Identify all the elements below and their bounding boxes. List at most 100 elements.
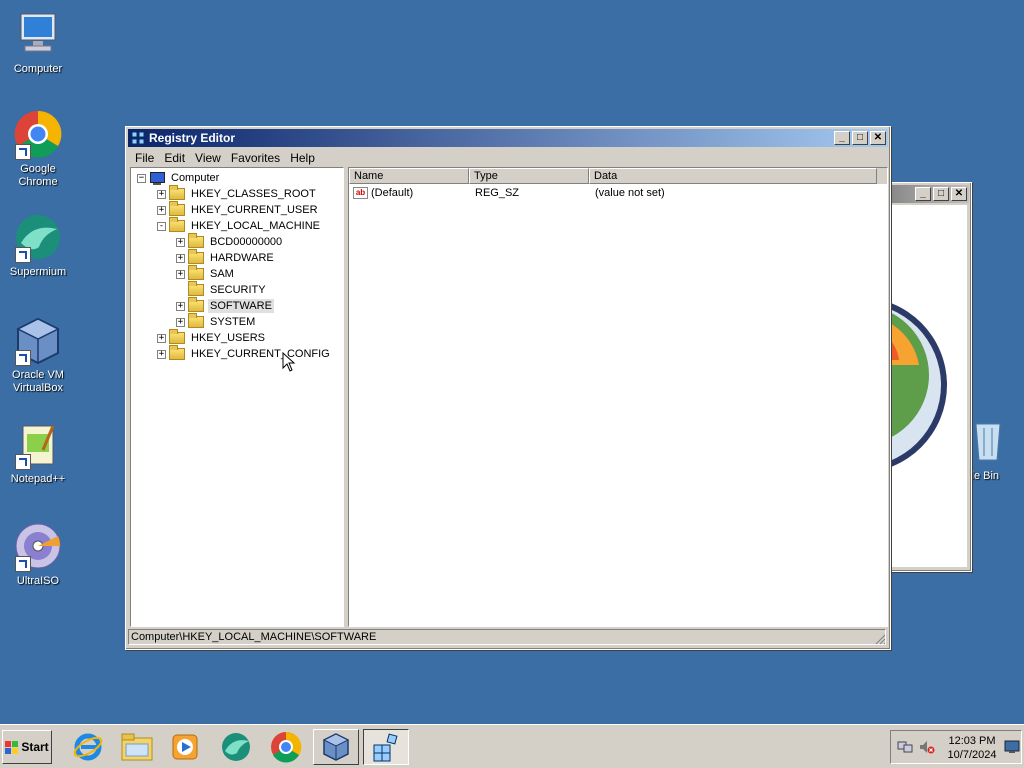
- string-value-icon: ab: [353, 187, 368, 199]
- tree-node-hardware[interactable]: + HARDWARE: [176, 249, 276, 266]
- tree-node-hklm[interactable]: - HKEY_LOCAL_MACHINE: [157, 217, 322, 234]
- tree-label: HARDWARE: [210, 252, 274, 264]
- collapse-toggle[interactable]: −: [137, 173, 146, 183]
- expand-toggle[interactable]: +: [176, 317, 185, 327]
- desktop-icon-virtualbox[interactable]: Oracle VM VirtualBox: [0, 316, 76, 395]
- minimize-button[interactable]: _: [915, 187, 931, 201]
- recycle-bin-icon: [975, 423, 1001, 461]
- folder-icon: [169, 185, 185, 200]
- expand-toggle[interactable]: +: [157, 189, 166, 199]
- tree-node-software[interactable]: + SOFTWARE: [176, 297, 274, 314]
- tree-label: HKEY_CURRENT_USER: [191, 204, 318, 216]
- virtualbox-icon: [322, 733, 350, 761]
- expand-toggle[interactable]: +: [176, 269, 185, 279]
- resize-grip-icon[interactable]: [874, 633, 886, 645]
- shortcut-arrow-icon: [15, 556, 31, 572]
- clock[interactable]: 12:03 PM 10/7/2024: [943, 734, 1001, 762]
- expand-toggle[interactable]: +: [157, 333, 166, 343]
- close-button[interactable]: ✕: [870, 131, 886, 145]
- ultraiso-icon: [13, 522, 63, 572]
- tree-node-computer[interactable]: − Computer: [137, 170, 221, 186]
- tree-node-security[interactable]: SECURITY: [176, 281, 268, 298]
- maximize-button[interactable]: □: [933, 187, 949, 201]
- folder-icon: [188, 249, 204, 264]
- expand-toggle[interactable]: +: [176, 301, 185, 311]
- tree-label: Computer: [171, 172, 220, 184]
- tree-label: SECURITY: [210, 284, 266, 296]
- menu-bar: File Edit View Favorites Help: [126, 149, 890, 167]
- tree-node-hkcr[interactable]: + HKEY_CLASSES_ROOT: [157, 185, 318, 202]
- registry-editor-window[interactable]: Registry Editor _ □ ✕ File Edit View Fav…: [125, 126, 891, 650]
- menu-favorites[interactable]: Favorites: [226, 151, 285, 165]
- tree-node-system[interactable]: + SYSTEM: [176, 313, 257, 330]
- tree-node-hku[interactable]: + HKEY_USERS: [157, 329, 267, 346]
- internet-explorer-icon: [73, 733, 103, 761]
- folder-icon: [169, 201, 185, 216]
- desktop-icon-label: Google Chrome: [18, 163, 58, 188]
- background-window-titlebar[interactable]: _ □ ✕: [879, 185, 969, 203]
- folder-icon: [121, 733, 153, 761]
- tree-pane[interactable]: − Computer + HKEY_CLASSES_ROOT + HKEY_CU…: [130, 167, 344, 627]
- tree-node-hkcu[interactable]: + HKEY_CURRENT_USER: [157, 201, 320, 218]
- desktop-icon-google-chrome[interactable]: Google Chrome: [0, 110, 76, 189]
- background-window-content: [879, 205, 967, 567]
- tree-node-bcd[interactable]: + BCD00000000: [176, 233, 284, 250]
- tree-label: BCD00000000: [210, 236, 283, 248]
- desktop-icon-notepadpp[interactable]: Notepad++: [0, 420, 76, 486]
- folder-open-icon: [169, 217, 185, 232]
- tree-node-sam[interactable]: + SAM: [176, 265, 236, 282]
- tree-node-hkcc[interactable]: + HKEY_CURRENT_CONFIG: [157, 345, 332, 362]
- shortcut-arrow-icon: [15, 454, 31, 470]
- menu-view[interactable]: View: [190, 151, 226, 165]
- column-header-type[interactable]: Type: [469, 168, 589, 184]
- taskbar-file-explorer[interactable]: [117, 729, 157, 765]
- tree-label: SAM: [210, 268, 234, 280]
- show-desktop-icon[interactable]: [1004, 740, 1020, 754]
- maximize-button[interactable]: □: [852, 131, 868, 145]
- network-icon[interactable]: [897, 739, 913, 755]
- taskbar-supermium[interactable]: [216, 729, 256, 765]
- menu-help[interactable]: Help: [285, 151, 320, 165]
- taskbar-internet-explorer[interactable]: [68, 729, 108, 765]
- supermium-icon: [222, 733, 250, 761]
- desktop-icon-supermium[interactable]: Supermium: [0, 213, 76, 279]
- registry-editor-titlebar[interactable]: Registry Editor _ □ ✕: [128, 129, 888, 147]
- column-header-name[interactable]: Name: [349, 168, 469, 184]
- taskbar-virtualbox[interactable]: [313, 729, 359, 765]
- desktop-icon-label: Computer: [13, 63, 63, 75]
- expand-toggle[interactable]: +: [176, 253, 185, 263]
- tree-label: HKEY_LOCAL_MACHINE: [191, 220, 320, 232]
- values-list-pane[interactable]: Name Type Data ab (Default) REG_SZ (valu…: [348, 167, 888, 627]
- taskbar-registry-editor[interactable]: [363, 729, 409, 765]
- value-name-cell: ab (Default): [349, 187, 469, 199]
- taskbar-media-player[interactable]: [165, 729, 205, 765]
- folder-icon: [169, 345, 185, 360]
- registry-editor-icon: [131, 131, 145, 145]
- start-label: Start: [21, 740, 49, 754]
- system-tray: 12:03 PM 10/7/2024: [890, 730, 1022, 764]
- volume-muted-icon[interactable]: [919, 739, 935, 755]
- value-row-default[interactable]: ab (Default) REG_SZ (value not set): [349, 184, 887, 202]
- start-button[interactable]: Start: [2, 730, 52, 764]
- tree-label-selected: SOFTWARE: [208, 299, 274, 313]
- column-header-data[interactable]: Data: [589, 168, 877, 184]
- shortcut-arrow-icon: [15, 350, 31, 366]
- menu-edit[interactable]: Edit: [159, 151, 190, 165]
- tree-label: HKEY_USERS: [191, 332, 265, 344]
- expand-toggle[interactable]: +: [157, 205, 166, 215]
- registry-editor-icon: [373, 733, 398, 762]
- expand-toggle[interactable]: +: [157, 349, 166, 359]
- folder-icon: [188, 233, 204, 248]
- supermium-icon: [13, 213, 63, 263]
- expand-toggle[interactable]: +: [176, 237, 185, 247]
- close-button[interactable]: ✕: [951, 187, 967, 201]
- desktop-icon-computer[interactable]: Computer: [0, 10, 76, 76]
- windows-flag-icon: [5, 740, 19, 754]
- collapse-toggle[interactable]: -: [157, 221, 166, 231]
- menu-file[interactable]: File: [130, 151, 159, 165]
- desktop-icon-label: Notepad++: [10, 473, 66, 485]
- folder-icon: [169, 329, 185, 344]
- minimize-button[interactable]: _: [834, 131, 850, 145]
- taskbar-google-chrome[interactable]: [266, 729, 306, 765]
- desktop-icon-ultraiso[interactable]: UltraISO: [0, 522, 76, 588]
